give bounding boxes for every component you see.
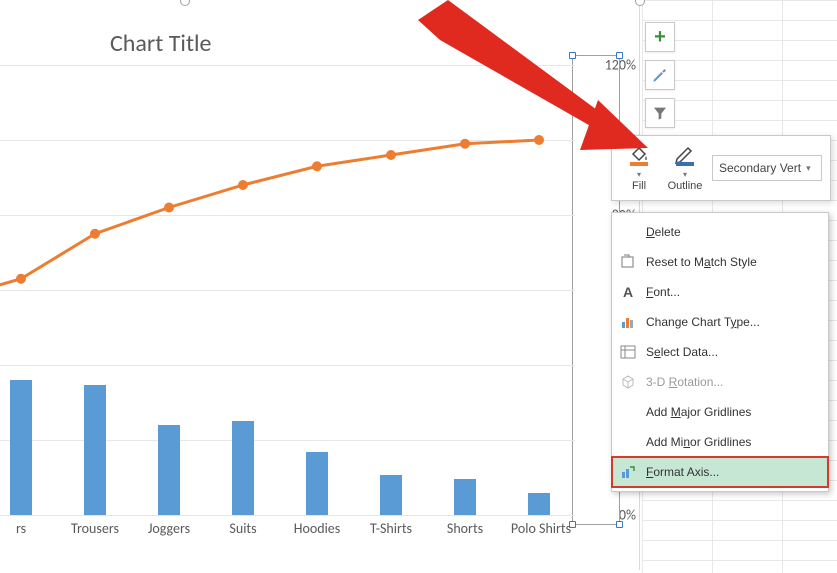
menu-font[interactable]: A Font... — [612, 277, 828, 307]
mini-toolbar: ▾ Fill ▾ Outline Secondary Vert — [611, 135, 831, 201]
category-label: Suits — [211, 521, 275, 536]
plot-area[interactable]: rs Trousers Joggers Suits Hoodies T-Shir… — [0, 65, 575, 515]
fill-bucket-icon — [627, 144, 651, 166]
blank-icon — [618, 402, 638, 422]
pen-icon — [673, 144, 697, 166]
menu-label: Select Data... — [646, 345, 718, 359]
cube-icon — [618, 372, 638, 392]
select-data-icon — [618, 342, 638, 362]
selection-handle[interactable] — [616, 52, 623, 59]
outline-button[interactable]: ▾ Outline — [666, 144, 704, 192]
menu-label: Format Axis... — [646, 465, 719, 479]
chart-object-dropdown[interactable]: Secondary Vert — [712, 155, 822, 181]
font-icon: A — [618, 282, 638, 302]
selection-handle[interactable] — [569, 52, 576, 59]
dropdown-label: Secondary Vert — [719, 161, 801, 175]
menu-label: Delete — [646, 225, 681, 239]
plus-icon: + — [654, 26, 666, 49]
category-axis-labels: rs Trousers Joggers Suits Hoodies T-Shir… — [0, 515, 575, 555]
menu-label: Reset to Match Style — [646, 255, 757, 269]
category-label: Trousers — [63, 521, 127, 536]
menu-select-data[interactable]: Select Data... — [612, 337, 828, 367]
menu-3d-rotation: 3-D Rotation... — [612, 367, 828, 397]
menu-label: Add Major Gridlines — [646, 405, 751, 419]
menu-format-axis[interactable]: Format Axis... — [612, 457, 828, 487]
outline-label: Outline — [666, 180, 704, 192]
chart-filters-button[interactable] — [645, 98, 675, 128]
fill-label: Fill — [620, 180, 658, 192]
fill-button[interactable]: ▾ Fill — [620, 144, 658, 192]
menu-add-major-gridlines[interactable]: Add Major Gridlines — [612, 397, 828, 427]
chart-type-icon — [618, 312, 638, 332]
chart-title[interactable]: Chart Title — [110, 29, 211, 58]
menu-label: Font... — [646, 285, 680, 299]
chart-area[interactable]: Chart Title 120% 100% 80% 60% 40% 20% 0% — [0, 0, 640, 570]
blank-icon — [618, 222, 638, 242]
chart-styles-button[interactable] — [645, 60, 675, 90]
chart-resize-handle[interactable] — [180, 0, 190, 6]
category-label: T-Shirts — [359, 521, 423, 536]
menu-reset-style[interactable]: Reset to Match Style — [612, 247, 828, 277]
context-menu: Delete Reset to Match Style A Font... Ch… — [611, 212, 829, 492]
menu-delete[interactable]: Delete — [612, 217, 828, 247]
category-label: Hoodies — [285, 521, 349, 536]
menu-add-minor-gridlines[interactable]: Add Minor Gridlines — [612, 427, 828, 457]
blank-icon — [618, 432, 638, 452]
menu-change-chart-type[interactable]: Change Chart Type... — [612, 307, 828, 337]
line-series[interactable] — [0, 65, 575, 515]
funnel-icon — [652, 105, 668, 121]
reset-icon — [618, 252, 638, 272]
selection-handle[interactable] — [616, 521, 623, 528]
format-axis-icon — [618, 462, 638, 482]
chart-elements-button[interactable]: + — [645, 22, 675, 52]
category-label: Polo Shirts — [505, 521, 577, 536]
menu-label: Add Minor Gridlines — [646, 435, 751, 449]
brush-icon — [651, 66, 669, 84]
category-label: Shorts — [433, 521, 497, 536]
menu-label: 3-D Rotation... — [646, 375, 723, 389]
category-label: rs — [0, 521, 53, 536]
menu-label: Change Chart Type... — [646, 315, 760, 329]
category-label: Joggers — [137, 521, 201, 536]
